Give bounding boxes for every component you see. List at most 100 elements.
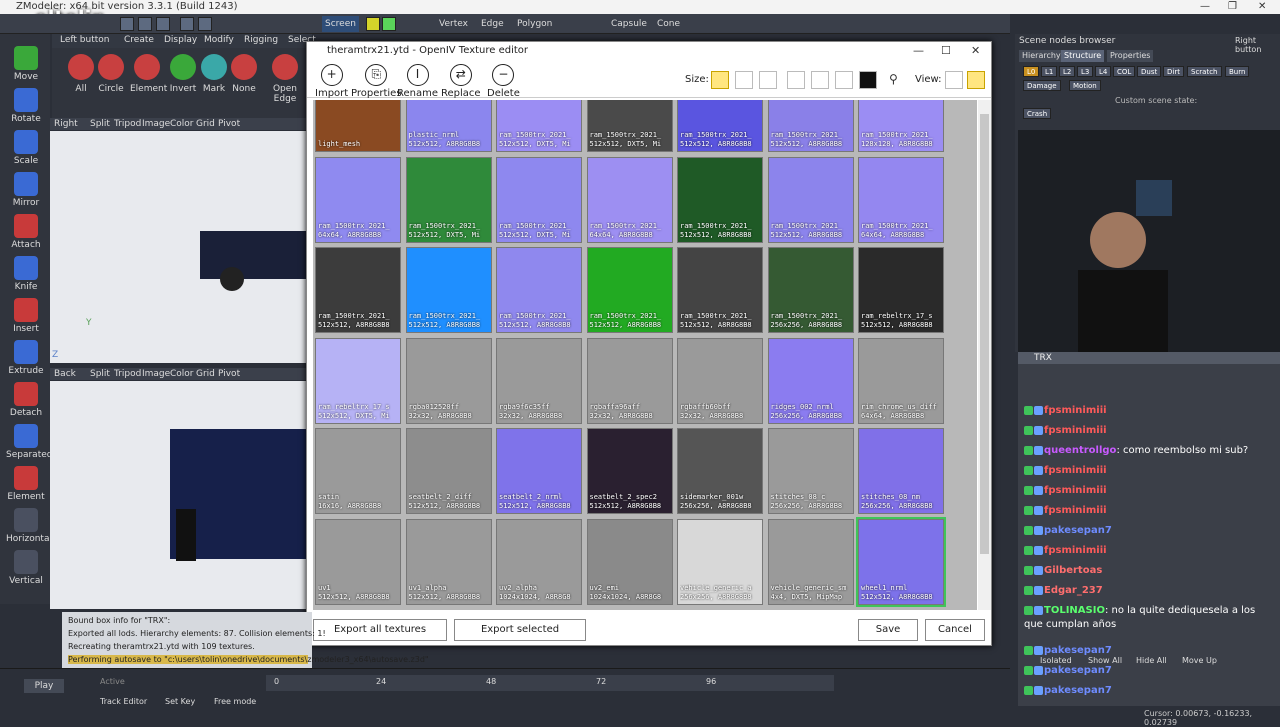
y-axis-icon[interactable] — [382, 17, 396, 31]
texture-tile[interactable]: ram_1500trx_2021_ 512x512, A8R8G8B8 — [315, 247, 401, 333]
edge-mode-button[interactable]: Edge — [478, 16, 507, 32]
cancel-button[interactable]: Cancel — [925, 619, 985, 641]
crash-button[interactable]: Crash — [1023, 108, 1052, 119]
select-element-button[interactable]: Element — [130, 54, 167, 94]
texture-tile[interactable]: rgba012520ff 32x32, A8R8G8B8 — [405, 337, 492, 424]
texture-tile[interactable]: ram_1500trx_2021_ 64x64, A8R8G8B8 — [586, 156, 673, 243]
select-open-edge-button[interactable]: Open Edge — [262, 54, 308, 104]
chat-username[interactable]: pakesepan7 — [1044, 665, 1112, 676]
tab-create[interactable]: Create — [124, 35, 154, 45]
set-key-button[interactable]: Set Key — [165, 697, 195, 706]
tool-separated[interactable]: Separated — [6, 424, 52, 460]
lod-l2[interactable]: L2 — [1059, 66, 1076, 77]
save-button[interactable]: Save — [858, 619, 918, 641]
vp-image[interactable]: Image — [142, 118, 170, 130]
chat-username[interactable]: fpsminimiii — [1044, 405, 1107, 416]
redo-icon[interactable] — [198, 17, 212, 31]
lod-l4[interactable]: L4 — [1095, 66, 1112, 77]
capsule-button[interactable]: Capsule — [608, 16, 650, 32]
select-invert-button[interactable]: Invert — [166, 54, 200, 94]
texture-tile[interactable]: ram_rebeltrx_17_s 512x512, DXT5, Mi — [315, 337, 401, 424]
play-button[interactable]: Play — [24, 679, 64, 693]
hide-all-button[interactable]: Hide All — [1136, 656, 1167, 665]
tool-attach[interactable]: Attach — [6, 214, 46, 250]
new-icon[interactable] — [120, 17, 134, 31]
texture-tile[interactable]: ram_1500trx_2021_ 64x64, A8R8G8B8 — [858, 156, 944, 243]
open-icon[interactable] — [138, 17, 152, 31]
lod-burn[interactable]: Burn — [1225, 66, 1250, 77]
free-mode-button[interactable]: Free mode — [214, 697, 256, 706]
screen-dropdown[interactable]: Screen — [322, 16, 359, 32]
tool-vertical[interactable]: Vertical — [6, 550, 46, 586]
texture-tile[interactable]: ram_1500trx_2021_ 64x64, A8R8G8B8 — [315, 156, 401, 243]
texture-tile[interactable]: uv1 512x512, A8R8G8B8 — [315, 518, 401, 605]
scrollbar-thumb[interactable] — [980, 114, 989, 554]
vp-grid[interactable]: Grid — [196, 368, 215, 380]
texture-scrollbar[interactable] — [978, 100, 991, 610]
size-medium-icon[interactable] — [735, 71, 753, 89]
chat-username[interactable]: fpsminimiii — [1044, 465, 1107, 476]
tool-mirror[interactable]: Mirror — [6, 172, 46, 208]
tab-structure[interactable]: Structure — [1061, 50, 1105, 62]
vp-image[interactable]: Image — [142, 368, 170, 380]
chat-username[interactable]: fpsminimiii — [1044, 485, 1107, 496]
tab-display[interactable]: Display — [164, 35, 197, 45]
size-tiles-icon[interactable] — [811, 71, 829, 89]
texture-tile[interactable]: rgbaffb60bff 32x32, A8R8G8B8 — [677, 337, 763, 424]
lod-l3[interactable]: L3 — [1077, 66, 1094, 77]
texture-tile[interactable]: ram_1500trx_2021_ 512x512, DXT5, Mi — [496, 100, 582, 152]
texture-tile[interactable]: uv1_alpha 512x512, A8R8G8B8 — [405, 518, 492, 605]
vp-pivot[interactable]: Pivot — [218, 118, 240, 130]
vp-color[interactable]: Color — [170, 368, 194, 380]
texture-tile[interactable]: ram_1500trx_2021_ 512x512, A8R8G8B8 — [496, 247, 582, 333]
undo-icon[interactable] — [180, 17, 194, 31]
size-details-icon[interactable] — [835, 71, 853, 89]
tool-horizontal[interactable]: Horizontal — [6, 508, 52, 544]
dialog-minimize-icon[interactable]: — — [913, 42, 924, 60]
chat-username[interactable]: pakesepan7 — [1044, 685, 1112, 696]
vp-split[interactable]: Split — [90, 118, 110, 130]
chat-username[interactable]: pakesepan7 — [1044, 645, 1112, 656]
save-icon[interactable] — [156, 17, 170, 31]
tab-properties[interactable]: Properties — [1107, 50, 1154, 62]
texture-tile[interactable]: uv2_alpha 1024x1024, A8R8G8 — [496, 518, 582, 605]
texture-tile[interactable]: rim_chrome_us_diff 64x64, A8R8G8B8 — [858, 337, 944, 424]
chat-username[interactable]: queentrollgo — [1044, 445, 1116, 456]
texture-tile[interactable]: ram_1500trx_2021_ 512x512, DXT5, Mi — [586, 100, 673, 152]
chat-username[interactable]: Edgar_237 — [1044, 585, 1103, 596]
texture-tile[interactable]: rgbaffa96aff 32x32, A8R8G8B8 — [586, 337, 673, 424]
timeline-track[interactable]: 0 24 48 72 96 — [266, 675, 834, 691]
search-icon[interactable]: ⚲ — [889, 72, 898, 86]
cone-button[interactable]: Cone — [654, 16, 683, 32]
texture-tile[interactable]: seatbelt_2_spec2 512x512, A8R8G8B8 — [586, 428, 673, 514]
right-button-label[interactable]: Right button — [1235, 36, 1280, 54]
chat-username[interactable]: TOLINASIO — [1044, 605, 1105, 616]
texture-tile[interactable]: ridges_002_nrml 256x256, A8R8G8B8 — [767, 337, 854, 424]
texture-tile[interactable]: ram_1500trx_2021_ 512x512, A8R8G8B8 — [677, 247, 763, 333]
x-axis-icon[interactable] — [366, 17, 380, 31]
properties-button[interactable]: ⎘ Properties — [351, 64, 402, 99]
vertex-mode-button[interactable]: Vertex — [436, 16, 471, 32]
tool-knife[interactable]: Knife — [6, 256, 46, 292]
texture-tile[interactable]: rgba9f6c35ff 32x32, A8R8G8B8 — [496, 337, 582, 424]
texture-tile[interactable]: ram_rebeltrx_17_s 512x512, A8R8G8B8 — [858, 247, 944, 333]
damage-dropdown[interactable]: Damage — [1023, 80, 1061, 91]
texture-tile[interactable]: vehicle_generic_a 256x256, A8R8G8B8 — [677, 518, 763, 605]
maximize-icon[interactable]: ❐ — [1228, 0, 1237, 14]
export-all-button[interactable]: Export all textures — [313, 619, 447, 641]
tool-element[interactable]: Element — [6, 466, 46, 502]
texture-tile[interactable]: stitches_08_nm 256x256, A8R8G8B8 — [858, 428, 944, 514]
viewport-back[interactable] — [50, 381, 310, 609]
rename-button[interactable]: I Rename — [397, 64, 438, 99]
chat-username[interactable]: fpsminimiii — [1044, 545, 1107, 556]
select-none-button[interactable]: None — [227, 54, 261, 94]
size-large-icon[interactable] — [759, 71, 777, 89]
texture-tile[interactable]: ram_1500trx_2021_ 512x512, A8R8G8B8 — [677, 100, 763, 152]
texture-tile[interactable]: ram_1500trx_2021_ 512x512, A8R8G8B8 — [767, 100, 854, 152]
texture-tile[interactable]: ram_1500trx_2021_ 512x512, A8R8G8B8 — [677, 156, 763, 243]
tab-rigging[interactable]: Rigging — [244, 35, 278, 45]
texture-tile[interactable]: uv2_emi 1024x1024, A8R8G8 — [586, 518, 673, 605]
tab-hierarchy[interactable]: Hierarchy — [1019, 50, 1064, 62]
texture-tile[interactable]: ram_1500trx_2021_ 256x256, A8R8G8B8 — [767, 247, 854, 333]
dialog-maximize-icon[interactable]: ☐ — [941, 42, 951, 60]
